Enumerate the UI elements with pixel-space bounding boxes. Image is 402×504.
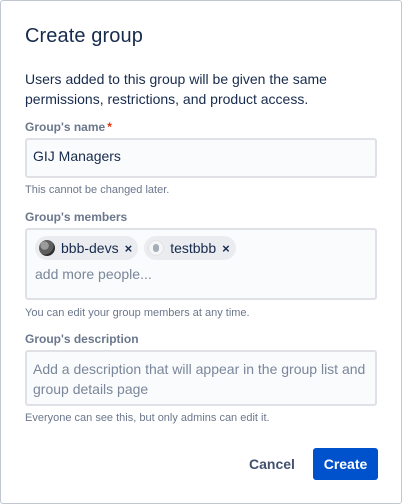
group-name-input[interactable]: GIJ Managers (25, 138, 377, 178)
group-name-help: This cannot be changed later. (25, 184, 170, 196)
group-description-label: Group's description (25, 332, 139, 346)
create-group-dialog: Create group Users added to this group w… (0, 0, 402, 504)
member-chip-label: testbbb (170, 240, 217, 256)
member-chip: testbbb × (144, 236, 236, 260)
group-members-picker[interactable]: bbb-devs × testbbb × add more people... (25, 228, 377, 300)
group-members-help: You can edit your group members at any t… (25, 307, 250, 319)
user-avatar-icon (148, 240, 165, 256)
remove-member-icon[interactable]: × (222, 241, 230, 256)
required-marker: * (107, 120, 112, 134)
group-name-label: Group's name * (25, 120, 112, 134)
add-members-input[interactable]: add more people... (35, 266, 367, 282)
create-button[interactable]: Create (313, 448, 378, 480)
group-description-help: Everyone can see this, but only admins c… (25, 412, 270, 424)
dialog-title: Create group (25, 25, 143, 47)
member-chips: bbb-devs × testbbb × (35, 236, 367, 260)
group-name-label-text: Group's name (25, 120, 106, 134)
cancel-button[interactable]: Cancel (241, 448, 303, 480)
member-chip-label: bbb-devs (61, 240, 119, 256)
group-description-input[interactable]: Add a description that will appear in th… (25, 350, 377, 406)
group-name-value: GIJ Managers (33, 148, 121, 164)
remove-member-icon[interactable]: × (125, 241, 133, 256)
dialog-intro-text: Users added to this group will be given … (25, 71, 327, 107)
group-members-label: Group's members (25, 210, 128, 224)
group-avatar-icon (39, 240, 55, 256)
member-chip: bbb-devs × (35, 236, 139, 260)
